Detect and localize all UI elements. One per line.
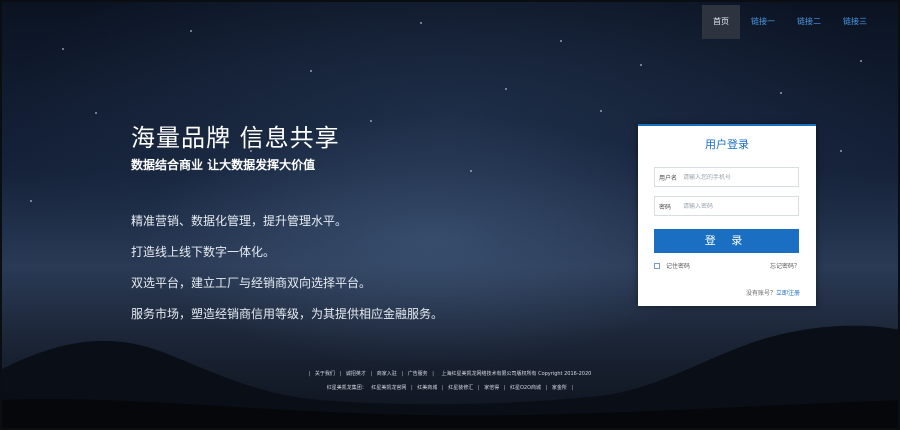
copyright-text: 上海红星美凯龙网络技术有限公司版权所有 Copyright 2016-2020: [441, 371, 592, 377]
login-button[interactable]: 登 录: [654, 229, 799, 253]
username-field: 用户名: [654, 167, 799, 187]
footer-link[interactable]: 诚招英才: [346, 371, 366, 377]
footer-link[interactable]: 广告服务: [408, 371, 428, 377]
login-panel: 用户登录 用户名 密码 登 录 记住密码 忘记密码？ 没有账号？立即注册: [638, 124, 816, 306]
feature-item: 精准营销、数据化管理，提升管理水平。: [131, 214, 348, 228]
hero-subtitle: 数据结合商业 让大数据发挥大价值: [131, 158, 316, 172]
group-link[interactable]: 家金所: [552, 385, 567, 391]
register-prompt: 没有账号？: [745, 290, 776, 297]
group-link[interactable]: 红星O2O商城: [510, 385, 541, 391]
register-link[interactable]: 立即注册: [776, 290, 800, 297]
group-link[interactable]: 家倍得: [484, 385, 499, 391]
forgot-password-link[interactable]: 忘记密码？: [770, 261, 800, 270]
footer-link[interactable]: 关于我们: [315, 371, 335, 377]
password-label: 密码: [659, 203, 672, 211]
password-input[interactable]: [683, 202, 793, 210]
group-link[interactable]: 红星美凯龙官网: [371, 385, 406, 391]
login-title: 用户登录: [705, 138, 749, 151]
hero-section: 海量品牌 信息共享 数据结合商业 让大数据发挥大价值: [131, 122, 340, 174]
username-label: 用户名: [659, 174, 678, 182]
feature-item: 服务市场，塑造经销商信用等级，为其提供相应金融服务。: [131, 307, 444, 321]
group-link[interactable]: 红星装修汇: [448, 385, 473, 391]
top-nav: 首页 链接一 链接二 链接三: [702, 5, 878, 39]
feature-list: 精准营销、数据化管理，提升管理水平。 打造线上线下数字一体化。 双选平台，建立工…: [131, 212, 443, 336]
username-input[interactable]: [683, 173, 793, 181]
feature-item: 打造线上线下数字一体化。: [131, 245, 276, 259]
footer-group-row: 红星美凯龙集团： 红星美凯龙官网 | 红美商城 | 红星装修汇 | 家倍得 | …: [326, 385, 574, 391]
hero-title: 海量品牌 信息共享: [131, 124, 340, 152]
register-row: 没有账号？立即注册: [746, 288, 800, 297]
password-field: 密码: [654, 196, 799, 216]
nav-link-home[interactable]: 首页: [702, 5, 740, 39]
remember-checkbox[interactable]: [654, 262, 660, 269]
remember-password[interactable]: 记住密码: [654, 261, 690, 270]
nav-link-2[interactable]: 链接二: [786, 5, 832, 39]
remember-label: 记住密码: [666, 263, 691, 270]
group-label: 红星美凯龙集团：: [326, 385, 367, 391]
feature-item: 双选平台，建立工厂与经销商双向选择平台。: [131, 276, 372, 290]
group-link[interactable]: 红美商城: [417, 385, 437, 391]
footer-links-row: | 关于我们 | 诚招英才 | 商家入驻 | 广告服务 | 上海红星美凯龙网络技…: [308, 371, 592, 377]
footer-link[interactable]: 商家入驻: [377, 371, 397, 377]
nav-link-3[interactable]: 链接三: [832, 5, 878, 39]
nav-link-1[interactable]: 链接一: [740, 5, 786, 39]
